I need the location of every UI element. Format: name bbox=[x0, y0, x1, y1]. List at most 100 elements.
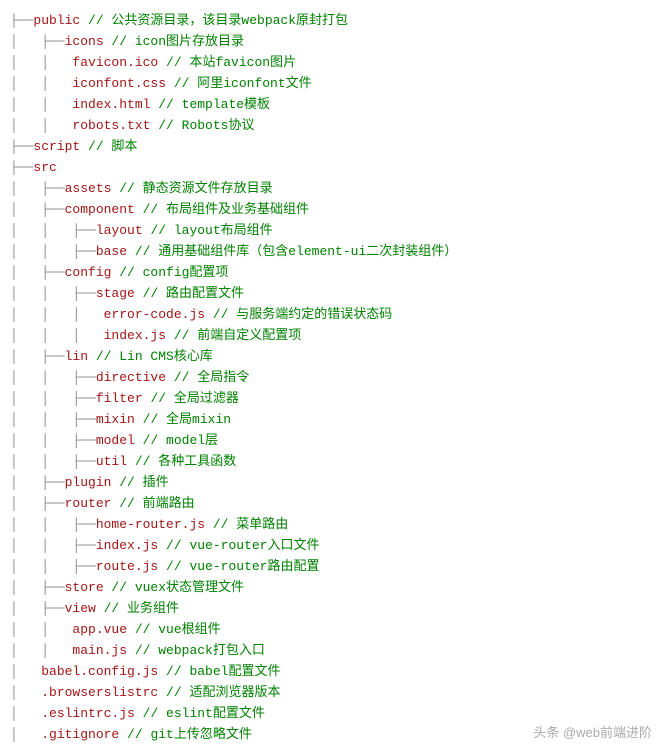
tree-row: │ .browserslistrc // 适配浏览器版本 bbox=[10, 682, 660, 703]
tree-prefix: │ │ ├── bbox=[10, 223, 96, 238]
tree-prefix: │ ├── bbox=[10, 202, 65, 217]
tree-row: │ ├──component // 布局组件及业务基础组件 bbox=[10, 199, 660, 220]
tree-node-name: component bbox=[65, 202, 135, 217]
tree-node-comment: // 菜单路由 bbox=[205, 517, 288, 532]
tree-node-name: index.html bbox=[72, 97, 150, 112]
tree-node-comment: // vue-router路由配置 bbox=[158, 559, 319, 574]
tree-node-comment: // Lin CMS核心库 bbox=[88, 349, 213, 364]
tree-row: │ │ robots.txt // Robots协议 bbox=[10, 115, 660, 136]
tree-row: │ │ iconfont.css // 阿里iconfont文件 bbox=[10, 73, 660, 94]
tree-row: │ │ ├──directive // 全局指令 bbox=[10, 367, 660, 388]
tree-row: │ │ ├──stage // 路由配置文件 bbox=[10, 283, 660, 304]
tree-prefix: ├── bbox=[10, 160, 33, 175]
tree-node-comment: // git上传忽略文件 bbox=[119, 727, 252, 742]
tree-node-name: home-router.js bbox=[96, 517, 205, 532]
tree-node-comment: // 全局指令 bbox=[166, 370, 249, 385]
tree-prefix: │ │ ├── bbox=[10, 391, 96, 406]
tree-node-name: favicon.ico bbox=[72, 55, 158, 70]
tree-node-comment: // 插件 bbox=[111, 475, 168, 490]
tree-prefix: │ │ ├── bbox=[10, 412, 96, 427]
tree-node-name: .browserslistrc bbox=[41, 685, 158, 700]
tree-prefix: │ │ ├── bbox=[10, 559, 96, 574]
tree-row: │ │ ├──index.js // vue-router入口文件 bbox=[10, 535, 660, 556]
tree-prefix: │ ├── bbox=[10, 475, 65, 490]
tree-node-comment: // vuex状态管理文件 bbox=[104, 580, 244, 595]
tree-prefix: │ ├── bbox=[10, 496, 65, 511]
tree-node-comment: // 各种工具函数 bbox=[127, 454, 236, 469]
tree-node-name: filter bbox=[96, 391, 143, 406]
tree-row: │ babel.config.js // babel配置文件 bbox=[10, 661, 660, 682]
tree-prefix: │ │ bbox=[10, 97, 72, 112]
tree-prefix: │ │ ├── bbox=[10, 244, 96, 259]
tree-row: │ ├──assets // 静态资源文件存放目录 bbox=[10, 178, 660, 199]
tree-node-name: script bbox=[33, 139, 80, 154]
tree-prefix: │ bbox=[10, 685, 41, 700]
tree-node-comment: // 脚本 bbox=[80, 139, 137, 154]
tree-node-comment: // icon图片存放目录 bbox=[104, 34, 244, 49]
tree-row: │ │ │ error-code.js // 与服务端约定的错误状态码 bbox=[10, 304, 660, 325]
tree-node-name: main.js bbox=[72, 643, 127, 658]
tree-row: │ │ ├──home-router.js // 菜单路由 bbox=[10, 514, 660, 535]
tree-node-name: router bbox=[65, 496, 112, 511]
tree-node-name: assets bbox=[65, 181, 112, 196]
tree-prefix: │ │ bbox=[10, 643, 72, 658]
tree-node-name: layout bbox=[96, 223, 143, 238]
tree-row: │ ├──config // config配置项 bbox=[10, 262, 660, 283]
tree-prefix: │ ├── bbox=[10, 349, 65, 364]
tree-prefix: │ bbox=[10, 664, 41, 679]
tree-prefix: ├── bbox=[10, 139, 33, 154]
tree-node-comment: // 前端路由 bbox=[111, 496, 194, 511]
tree-node-comment: // 全局mixin bbox=[135, 412, 231, 427]
tree-node-comment: // 公共资源目录，该目录webpack原封打包 bbox=[80, 13, 348, 28]
tree-node-comment: // vue-router入口文件 bbox=[158, 538, 319, 553]
tree-prefix: │ ├── bbox=[10, 601, 65, 616]
tree-node-name: route.js bbox=[96, 559, 158, 574]
tree-node-name: lin bbox=[65, 349, 88, 364]
tree-row: │ │ ├──filter // 全局过滤器 bbox=[10, 388, 660, 409]
watermark-text: 头条 @web前端进阶 bbox=[533, 722, 652, 743]
tree-row: │ ├──plugin // 插件 bbox=[10, 472, 660, 493]
tree-row: │ │ index.html // template模板 bbox=[10, 94, 660, 115]
tree-row: │ │ │ index.js // 前端自定义配置项 bbox=[10, 325, 660, 346]
tree-node-name: src bbox=[33, 160, 56, 175]
tree-node-name: index.js bbox=[96, 538, 158, 553]
tree-prefix: │ ├── bbox=[10, 580, 65, 595]
tree-node-comment: // 布局组件及业务基础组件 bbox=[135, 202, 309, 217]
tree-row: │ ├──view // 业务组件 bbox=[10, 598, 660, 619]
tree-node-name: .eslintrc.js bbox=[41, 706, 135, 721]
tree-row: │ │ ├──layout // layout布局组件 bbox=[10, 220, 660, 241]
tree-node-name: robots.txt bbox=[72, 118, 150, 133]
tree-node-comment: // 适配浏览器版本 bbox=[158, 685, 280, 700]
tree-prefix: │ │ bbox=[10, 76, 72, 91]
tree-node-comment: // Robots协议 bbox=[150, 118, 254, 133]
tree-prefix: │ │ ├── bbox=[10, 370, 96, 385]
tree-row: ├──public // 公共资源目录，该目录webpack原封打包 bbox=[10, 10, 660, 31]
tree-prefix: │ │ ├── bbox=[10, 454, 96, 469]
tree-node-name: app.vue bbox=[72, 622, 127, 637]
tree-prefix: │ │ bbox=[10, 622, 72, 637]
tree-row: │ │ ├──mixin // 全局mixin bbox=[10, 409, 660, 430]
tree-row: │ ├──lin // Lin CMS核心库 bbox=[10, 346, 660, 367]
tree-prefix: │ │ ├── bbox=[10, 286, 96, 301]
tree-row: │ │ ├──base // 通用基础组件库（包含element-ui二次封装组… bbox=[10, 241, 660, 262]
tree-node-name: util bbox=[96, 454, 127, 469]
tree-node-comment: // 前端自定义配置项 bbox=[166, 328, 301, 343]
tree-node-comment: // 路由配置文件 bbox=[135, 286, 244, 301]
tree-prefix: │ │ ├── bbox=[10, 517, 96, 532]
tree-prefix: │ ├── bbox=[10, 181, 65, 196]
tree-node-name: plugin bbox=[65, 475, 112, 490]
tree-prefix: ├── bbox=[10, 13, 33, 28]
tree-node-name: directive bbox=[96, 370, 166, 385]
tree-node-name: base bbox=[96, 244, 127, 259]
tree-prefix: │ │ ├── bbox=[10, 433, 96, 448]
tree-node-comment: // 全局过滤器 bbox=[143, 391, 239, 406]
tree-prefix: │ │ │ bbox=[10, 307, 104, 322]
tree-row: │ ├──router // 前端路由 bbox=[10, 493, 660, 514]
tree-prefix: │ │ │ bbox=[10, 328, 104, 343]
tree-node-comment: // 阿里iconfont文件 bbox=[166, 76, 312, 91]
tree-node-comment: // 业务组件 bbox=[96, 601, 179, 616]
tree-node-comment: // 与服务端约定的错误状态码 bbox=[205, 307, 392, 322]
tree-prefix: │ bbox=[10, 706, 41, 721]
tree-row: │ .eslintrc.js // eslint配置文件 bbox=[10, 703, 660, 724]
tree-node-comment: // 静态资源文件存放目录 bbox=[111, 181, 272, 196]
